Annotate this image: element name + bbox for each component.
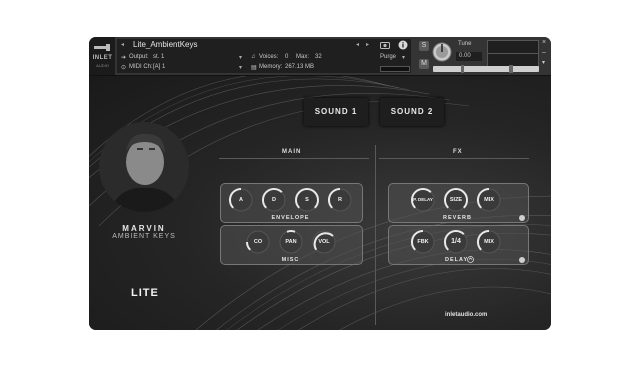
inlet-logo: INLET AUDIO: [89, 37, 115, 75]
section-divider: [375, 145, 376, 325]
camera-icon[interactable]: [380, 41, 390, 49]
logo-text: INLET: [92, 55, 113, 61]
midi-channel-value[interactable]: [A] 1: [153, 64, 165, 70]
purge-meter: [380, 66, 410, 72]
delay-mix-label: MIX: [484, 239, 494, 245]
volume-label: VOL: [318, 239, 330, 245]
misc-label: MISC: [281, 257, 300, 263]
prev-instrument-icon[interactable]: ◂: [356, 41, 359, 48]
output-value[interactable]: st. 1: [153, 54, 164, 60]
collapse-icon[interactable]: ◂: [121, 41, 124, 48]
instrument-header: INLET AUDIO ◂ Lite_AmbientKeys ◂ ▸ ➔ Out…: [89, 37, 551, 76]
delay-toggle[interactable]: [519, 257, 525, 263]
voices-value: 0: [285, 54, 289, 60]
output-arrow-icon: ➔: [121, 55, 127, 61]
release-knob[interactable]: R: [327, 187, 353, 213]
main-divider: [219, 158, 369, 159]
feedback-label: FBK: [417, 239, 429, 245]
sustain-label: S: [305, 197, 309, 203]
release-label: R: [338, 197, 342, 203]
delay-time-knob[interactable]: 1/4: [443, 229, 469, 255]
reverb-size-label: SIZE: [449, 197, 463, 203]
attack-label: A: [239, 197, 243, 203]
artist-portrait: [99, 122, 189, 212]
purge-dropdown-icon[interactable]: ▾: [402, 54, 405, 61]
output-meter-right: [487, 53, 539, 67]
artist-name: MARVIN: [122, 224, 166, 233]
reverb-toggle[interactable]: [519, 215, 525, 221]
expand-icon[interactable]: ▾: [542, 59, 545, 66]
cutoff-label: CO: [253, 239, 263, 245]
close-icon[interactable]: ×: [542, 39, 546, 46]
reverb-size-knob[interactable]: SIZE: [443, 187, 469, 213]
midi-dropdown-icon[interactable]: ▾: [239, 64, 242, 71]
sustain-knob[interactable]: S: [294, 187, 320, 213]
pan-label: PAN: [285, 239, 297, 245]
artist-subtitle: AMBIENT KEYS: [112, 233, 176, 240]
reverb-label: REVERB: [443, 215, 472, 221]
tune-label: Tune: [458, 41, 472, 47]
max-voices-value[interactable]: 32: [315, 54, 322, 60]
tune-knob[interactable]: [431, 41, 453, 63]
voices-icon: ♫: [251, 54, 256, 60]
reverb-mix-knob[interactable]: MIX: [476, 187, 502, 213]
tune-value[interactable]: 0.00: [459, 53, 471, 59]
midi-label: MIDI Ch:: [129, 64, 153, 70]
decay-knob[interactable]: D: [261, 187, 287, 213]
cutoff-knob[interactable]: CO: [245, 229, 271, 255]
memory-value: 267.13 MB: [285, 64, 315, 70]
output-dropdown-icon[interactable]: ▾: [239, 54, 242, 61]
delay-time-label: 1/4: [451, 238, 461, 245]
wrench-icon[interactable]: [93, 43, 111, 53]
delay-mix-knob[interactable]: MIX: [476, 229, 502, 255]
pan-volume-slider-track[interactable]: [433, 66, 539, 72]
website-link[interactable]: inletaudio.com: [445, 312, 487, 318]
feedback-knob[interactable]: FBK: [410, 229, 436, 255]
mute-button[interactable]: M: [419, 59, 429, 69]
pre-delay-label: P. DELAY: [413, 197, 433, 202]
volume-slider-handle[interactable]: [509, 65, 513, 73]
lite-logo: LITE: [131, 287, 159, 299]
instrument-title[interactable]: Lite_AmbientKeys: [133, 40, 197, 49]
sound-1-button[interactable]: SOUND 1: [304, 98, 368, 126]
envelope-label: ENVELOPE: [271, 215, 310, 221]
purge-label[interactable]: Purge: [380, 54, 396, 60]
info-icon[interactable]: [398, 40, 408, 50]
sync-icon[interactable]: [467, 256, 474, 263]
decay-label: D: [272, 197, 276, 203]
artist-photo: [99, 122, 189, 212]
pre-delay-knob[interactable]: P. DELAY: [410, 187, 436, 213]
plugin-window: INLET AUDIO ◂ Lite_AmbientKeys ◂ ▸ ➔ Out…: [89, 37, 551, 330]
solo-button[interactable]: S: [419, 41, 429, 51]
logo-subtext: AUDIO: [96, 63, 109, 68]
max-label: Max:: [296, 54, 310, 60]
pan-slider-handle[interactable]: [461, 65, 464, 73]
memory-icon: ▤: [251, 65, 257, 71]
fx-section-title: FX: [453, 149, 463, 155]
volume-knob[interactable]: VOL: [311, 229, 337, 255]
output-label: Output:: [129, 54, 149, 60]
main-section-title: MAIN: [282, 149, 302, 155]
reverb-mix-label: MIX: [484, 197, 494, 203]
sound-2-button[interactable]: SOUND 2: [380, 98, 444, 126]
next-instrument-icon[interactable]: ▸: [366, 41, 369, 48]
delay-label: DELAY: [445, 257, 469, 263]
midi-icon: ⊙: [121, 65, 127, 71]
pan-knob[interactable]: PAN: [278, 229, 304, 255]
minimize-icon[interactable]: –: [542, 49, 546, 56]
voices-label: Voices:: [259, 54, 279, 60]
attack-knob[interactable]: A: [228, 187, 254, 213]
fx-divider: [379, 158, 529, 159]
output-meter-left: [487, 40, 539, 54]
memory-label: Memory:: [259, 64, 283, 70]
